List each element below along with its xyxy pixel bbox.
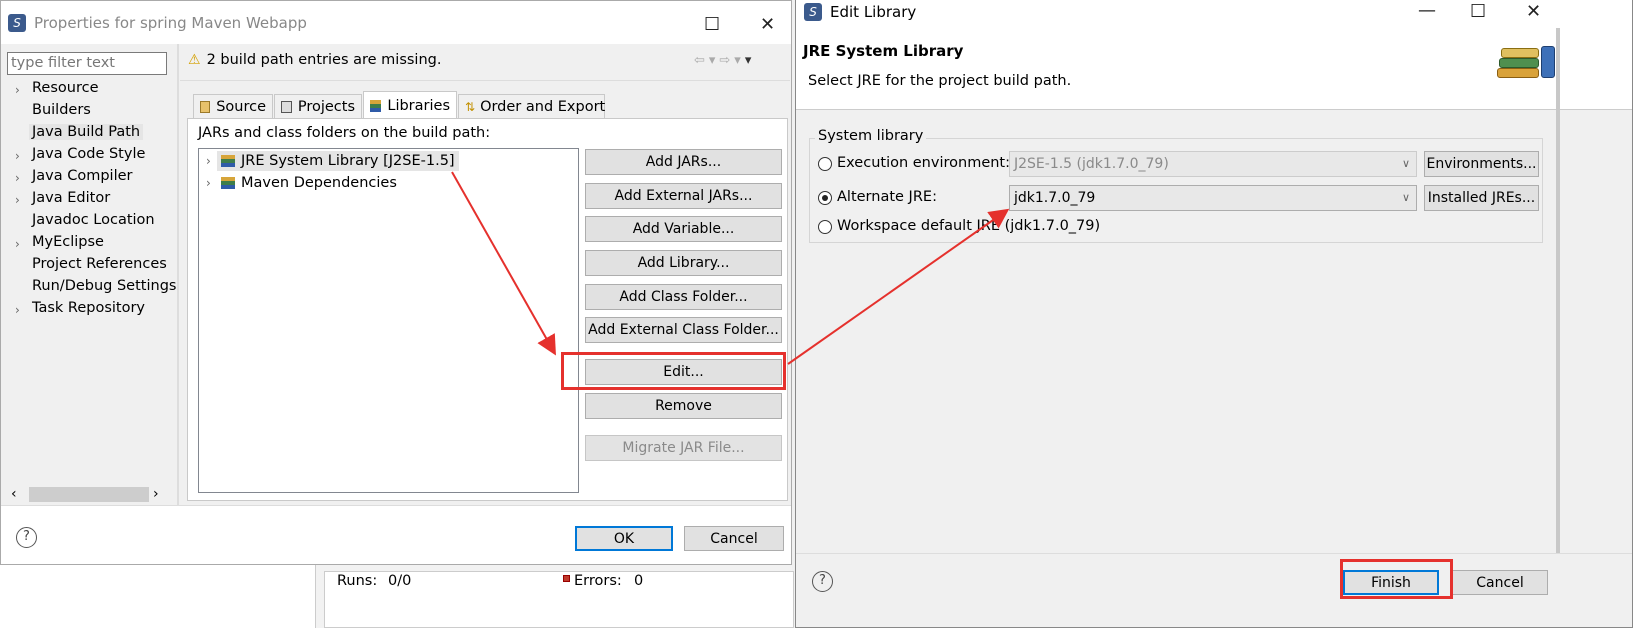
- annotation-arrows: [451, 171, 1010, 365]
- arrow-to-alt-jre: [787, 208, 1010, 365]
- arrow-to-edit: [451, 171, 556, 356]
